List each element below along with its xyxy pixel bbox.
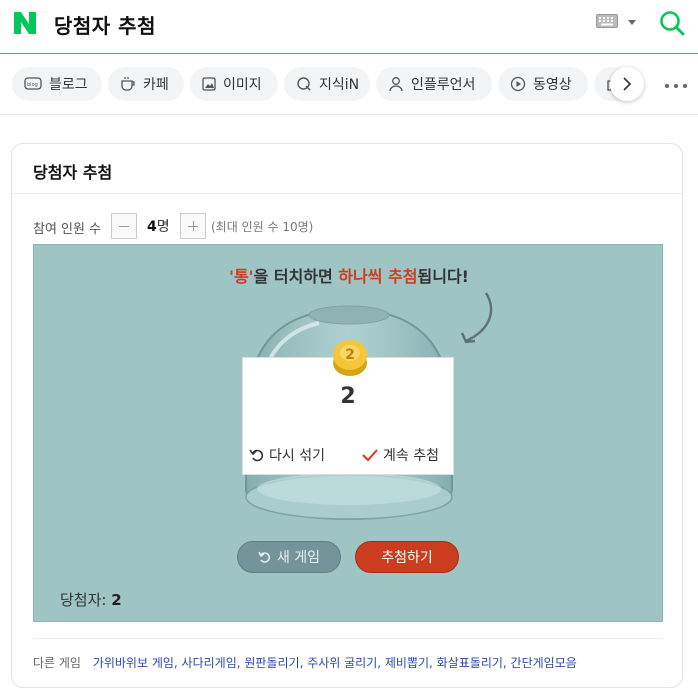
instruction-end: 됩니다!	[417, 267, 469, 286]
tab-blog[interactable]: blog 블로그	[12, 67, 102, 101]
more-icon[interactable]	[664, 83, 688, 89]
instruction-mid: 을 터치하면	[253, 267, 339, 286]
tab-label: 블로그	[49, 77, 88, 93]
tab-image[interactable]: 이미지	[190, 67, 278, 101]
reshuffle-label: 다시 섞기	[269, 448, 325, 464]
search-tabs: blog 블로그 카페 이미지 지식iN 인플루언서 동영상	[0, 55, 698, 115]
participant-count-label: 참여 인원 수	[33, 222, 102, 237]
caret-down-icon[interactable]	[628, 20, 636, 25]
chevron-right-icon	[623, 77, 632, 91]
tab-cafe[interactable]: 카페	[108, 67, 184, 101]
other-games-label: 다른 게임	[33, 656, 81, 670]
naver-logo-icon[interactable]	[12, 10, 38, 36]
max-count-note: (최대 인원 수 10명)	[211, 220, 314, 234]
tab-label: 이미지	[223, 77, 262, 93]
knowledge-icon	[297, 77, 311, 91]
tab-label: 카페	[143, 77, 169, 93]
divider	[33, 638, 663, 639]
instruction-highlight: 하나씩 추첨	[338, 267, 418, 286]
instruction-text: '통'을 터치하면 하나씩 추첨됩니다!	[34, 263, 664, 287]
card-title: 당첨자 추첨	[33, 163, 113, 182]
keyboard-icon[interactable]	[596, 14, 618, 28]
search-icon[interactable]	[658, 9, 686, 37]
tab-influencer[interactable]: 인플루언서	[376, 67, 492, 101]
tab-video[interactable]: 동영상	[498, 67, 588, 101]
divider	[12, 193, 682, 194]
participant-count-row: 참여 인원 수 4명 (최대 인원 수 10명)	[33, 213, 673, 239]
tab-label: 동영상	[533, 77, 572, 93]
reshuffle-button[interactable]: 다시 섞기	[249, 442, 325, 468]
search-header: 당첨자 추첨	[0, 0, 698, 54]
other-games: 다른 게임 가위바위보 게임, 사다리게임, 원판돌리기, 주사위 굴리기, 제…	[33, 654, 577, 671]
raffle-card: 당첨자 추첨 참여 인원 수 4명 (최대 인원 수 10명) '통'을 터치하…	[11, 143, 683, 688]
tab-label: 지식iN	[319, 77, 360, 93]
drawn-number: 2	[340, 384, 356, 409]
tab-knowledge[interactable]: 지식iN	[284, 67, 370, 101]
continue-label: 계속 추첨	[383, 448, 439, 464]
cafe-icon	[121, 77, 135, 91]
undo-icon	[249, 449, 264, 462]
refresh-icon	[258, 551, 270, 563]
winner-display: 당첨자: 2	[60, 589, 122, 610]
image-icon	[202, 77, 216, 91]
winner-value: 2	[111, 591, 122, 609]
check-icon	[362, 449, 378, 462]
coin-icon: 2	[333, 340, 367, 376]
tab-next-button[interactable]	[610, 67, 644, 101]
continue-draw-button[interactable]: 계속 추첨	[361, 442, 439, 468]
svg-text:blog: blog	[27, 82, 38, 88]
count-unit: 명	[156, 219, 170, 235]
decrease-button[interactable]	[111, 213, 137, 239]
raffle-game-area: '통'을 터치하면 하나씩 추첨됩니다! 2 다시 섞기 계속 추첨 2 새 게…	[33, 244, 663, 622]
draw-button[interactable]: 추첨하기	[355, 541, 459, 573]
count-number: 4	[147, 219, 157, 235]
new-game-label: 새 게임	[276, 550, 321, 566]
participant-count-value: 4명	[147, 216, 170, 236]
other-games-links[interactable]: 가위바위보 게임, 사다리게임, 원판돌리기, 주사위 굴리기, 제비뽑기, 화…	[93, 656, 577, 670]
draw-label: 추첨하기	[381, 550, 433, 566]
search-query-text[interactable]: 당첨자 추첨	[54, 10, 156, 39]
winner-label: 당첨자:	[60, 591, 107, 609]
new-game-button[interactable]: 새 게임	[237, 541, 341, 573]
coin-number: 2	[345, 347, 355, 363]
blog-icon: blog	[24, 77, 42, 90]
tab-label: 인플루언서	[411, 77, 476, 93]
video-icon	[510, 76, 526, 92]
influencer-icon	[389, 77, 403, 92]
increase-button[interactable]	[180, 213, 206, 239]
instruction-token: 통	[233, 267, 249, 286]
